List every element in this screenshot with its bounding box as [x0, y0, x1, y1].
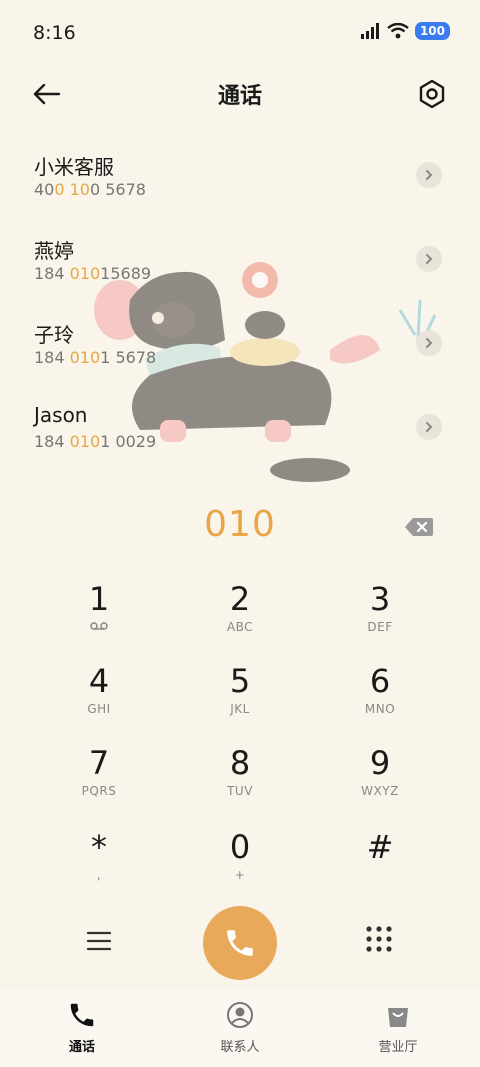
- nav-label: 营业厅: [378, 1040, 418, 1055]
- signal-icon: [360, 23, 379, 39]
- nav-label: 通话: [68, 1040, 95, 1055]
- header: 通话: [0, 66, 480, 124]
- key-7[interactable]: 7 PQRS: [39, 744, 159, 816]
- contact-number: 184 0101 0029: [34, 432, 156, 451]
- backspace-icon: [405, 518, 433, 536]
- contact-name: 燕婷: [34, 239, 74, 263]
- key-letters: +: [234, 868, 246, 882]
- wifi-icon: [387, 23, 409, 39]
- key-digit: 5: [229, 662, 251, 700]
- number-part: 184: [34, 348, 70, 367]
- nav-tab-calls[interactable]: 通话: [22, 1000, 142, 1055]
- key-hash[interactable]: #: [320, 828, 440, 900]
- settings-hexagon-icon: [419, 79, 445, 109]
- keypad-grid-icon: [366, 926, 392, 952]
- status-time: 8:16: [33, 22, 76, 44]
- chevron-right-icon: [426, 170, 433, 180]
- key-letters: PQRS: [81, 784, 117, 798]
- key-letters: TUV: [227, 784, 253, 798]
- contact-name: 小米客服: [34, 155, 114, 179]
- key-letters: GHI: [87, 702, 111, 716]
- dialer-action-row: [0, 904, 480, 980]
- key-digit: 7: [88, 744, 110, 782]
- key-3[interactable]: 3 DEF: [320, 580, 440, 652]
- hamburger-menu-icon: [86, 931, 112, 951]
- voicemail-icon: [39, 620, 159, 634]
- key-2[interactable]: 2 ABC: [180, 580, 300, 652]
- contact-detail-button[interactable]: [416, 246, 442, 272]
- dial-display: 010: [0, 500, 480, 556]
- key-5[interactable]: 5 JKL: [180, 662, 300, 734]
- key-6[interactable]: 6 MNO: [320, 662, 440, 734]
- chevron-right-icon: [426, 338, 433, 348]
- number-part: 184: [34, 432, 70, 451]
- key-8[interactable]: 8 TUV: [180, 744, 300, 816]
- nav-tab-contacts[interactable]: 联系人: [180, 1000, 300, 1055]
- contact-suggestion-list: 小米客服 400 100 5678 燕婷 184 01015689 子玲 184…: [0, 138, 480, 474]
- key-digit: 3: [369, 580, 391, 618]
- key-0[interactable]: 0 +: [180, 828, 300, 900]
- key-digit: #: [366, 828, 394, 866]
- number-part: 184: [34, 264, 70, 283]
- key-9[interactable]: 9 WXYZ: [320, 744, 440, 816]
- contact-number: 400 100 5678: [34, 180, 146, 199]
- key-1[interactable]: 1: [39, 580, 159, 652]
- settings-button[interactable]: [414, 76, 450, 112]
- contact-item[interactable]: 小米客服 400 100 5678: [0, 138, 480, 222]
- chevron-right-icon: [426, 422, 433, 432]
- key-letters: WXYZ: [361, 784, 399, 798]
- contact-name: Jason: [34, 403, 88, 427]
- page-title: 通话: [217, 84, 262, 109]
- number-part: 1 5678: [100, 348, 157, 367]
- chevron-right-icon: [426, 254, 433, 264]
- contact-detail-button[interactable]: [416, 162, 442, 188]
- key-digit: 8: [229, 744, 251, 782]
- contact-number: 184 0101 5678: [34, 348, 156, 367]
- number-match: 010: [69, 264, 101, 283]
- number-part: 15689: [100, 264, 152, 283]
- nav-tab-store[interactable]: 营业厅: [338, 1000, 458, 1055]
- contact-icon: [180, 1000, 300, 1030]
- number-part: 40: [34, 180, 55, 199]
- key-digit: 9: [369, 744, 391, 782]
- key-digit: 0: [229, 828, 251, 866]
- key-digit: 4: [88, 662, 110, 700]
- number-match: 010: [69, 432, 101, 451]
- contact-detail-button[interactable]: [416, 330, 442, 356]
- keypad-toggle-button[interactable]: [364, 924, 394, 954]
- status-icons: 100: [360, 22, 450, 40]
- key-letters: ,: [96, 868, 102, 882]
- call-button[interactable]: [203, 906, 277, 980]
- phone-icon: [227, 930, 253, 956]
- bottom-navigation: 通话 联系人 营业厅: [0, 990, 480, 1067]
- key-letters: ABC: [226, 620, 254, 634]
- status-bar: 8:16 100: [0, 0, 480, 66]
- contact-name: 子玲: [34, 323, 74, 347]
- key-letters: DEF: [367, 620, 393, 634]
- key-digit: 1: [88, 580, 110, 618]
- number-part: 0 5678: [89, 180, 146, 199]
- contact-item[interactable]: 子玲 184 0101 5678: [0, 306, 480, 390]
- contact-number: 184 01015689: [34, 264, 151, 283]
- menu-button[interactable]: [82, 924, 116, 958]
- number-match: 010: [69, 348, 101, 367]
- key-digit: 6: [369, 662, 391, 700]
- key-letters: JKL: [230, 702, 250, 716]
- number-part: 1 0029: [100, 432, 157, 451]
- battery-indicator: 100: [414, 22, 450, 40]
- backspace-button[interactable]: [404, 516, 434, 538]
- key-4[interactable]: 4 GHI: [39, 662, 159, 734]
- contact-item[interactable]: Jason 184 0101 0029: [0, 390, 480, 474]
- number-match: 0 10: [54, 180, 90, 199]
- store-bag-icon: [338, 1000, 458, 1030]
- nav-label: 联系人: [220, 1040, 260, 1055]
- key-digit: 2: [229, 580, 251, 618]
- key-letters: MNO: [364, 702, 396, 716]
- contact-item[interactable]: 燕婷 184 01015689: [0, 222, 480, 306]
- key-star[interactable]: * ,: [39, 828, 159, 900]
- contact-detail-button[interactable]: [416, 414, 442, 440]
- phone-icon: [22, 1000, 142, 1030]
- key-digit: *: [91, 828, 107, 866]
